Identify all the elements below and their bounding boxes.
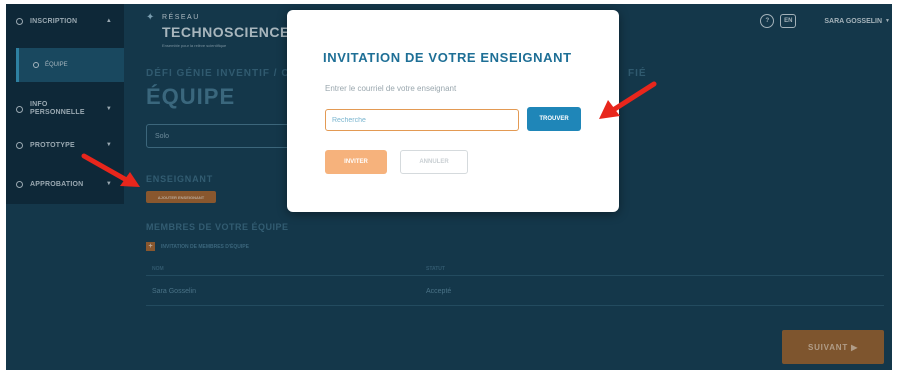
invite-button[interactable]: INVITER <box>325 150 387 174</box>
modal-description: Entrer le courriel de votre enseignant <box>325 84 457 93</box>
cancel-button[interactable]: ANNULER <box>400 150 468 174</box>
teacher-email-input[interactable] <box>325 109 519 131</box>
annotation-arrow-icon <box>81 153 140 187</box>
modal-title: INVITATION DE VOTRE ENSEIGNANT <box>323 50 572 65</box>
find-button[interactable]: TROUVER <box>527 107 581 131</box>
annotation-arrow-icon <box>599 81 657 119</box>
invite-teacher-modal: INVITATION DE VOTRE ENSEIGNANT Entrer le… <box>287 10 619 212</box>
